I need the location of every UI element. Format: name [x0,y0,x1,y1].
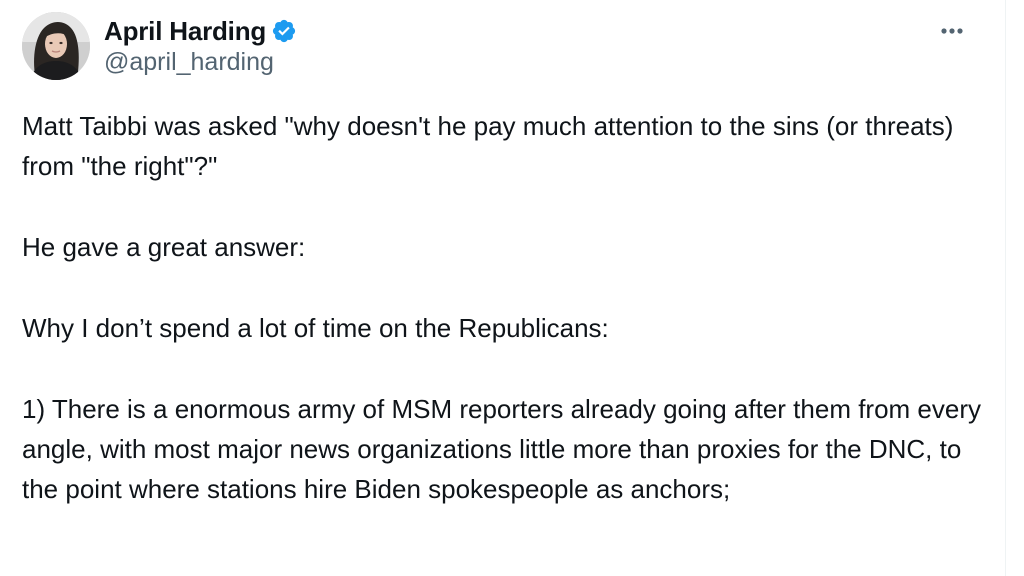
tweet-paragraph: Why I don’t spend a lot of time on the R… [22,313,609,343]
author-display-name[interactable]: April Harding [104,16,266,47]
author-handle[interactable]: @april_harding [104,48,297,77]
tweet-header: April Harding @april_harding [22,12,982,82]
tweet-text: Matt Taibbi was asked "why doesn't he pa… [22,106,982,550]
verified-badge-icon[interactable] [271,18,297,44]
author-info: April Harding @april_harding [104,14,297,77]
author-avatar[interactable] [22,12,90,80]
more-horizontal-icon [941,28,963,34]
name-row: April Harding [104,14,297,48]
tweet-paragraph: He gave a great answer: [22,232,306,262]
tweet-paragraph: Matt Taibbi was asked "why doesn't he pa… [22,111,954,181]
tweet-paragraph: 1) There is a enormous army of MSM repor… [22,394,982,504]
more-options-button[interactable] [932,16,972,46]
timeline-border [1005,0,1006,576]
avatar-image [22,12,90,80]
